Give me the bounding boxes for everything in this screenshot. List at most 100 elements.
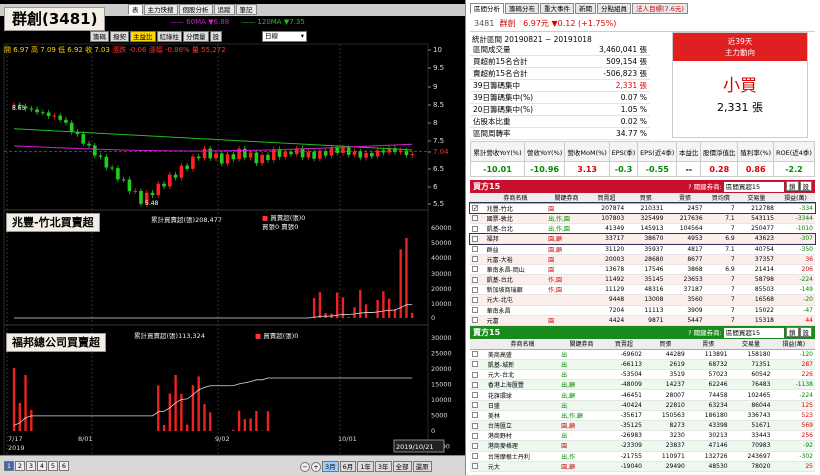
row-checkbox[interactable] bbox=[470, 233, 485, 245]
period-button[interactable]: 1年 bbox=[357, 461, 374, 472]
column-header[interactable]: 關鍵券商 bbox=[559, 339, 604, 350]
buy-row[interactable]: 凱基-台北 出,作,園 41349 145913 104564 7 250477 -1010 bbox=[470, 223, 815, 235]
analysis-tab[interactable]: 籌碼分布 bbox=[505, 3, 539, 14]
column-header[interactable]: 交易量 bbox=[729, 339, 773, 350]
buy-row[interactable]: 華南永昌-岡山園 13678 17546 3868 6.9 21414 206 bbox=[470, 264, 815, 276]
checkbox-icon[interactable] bbox=[472, 225, 478, 232]
checkbox-icon[interactable] bbox=[472, 463, 478, 470]
checkbox-icon[interactable] bbox=[472, 392, 478, 399]
column-header[interactable]: 賣張 bbox=[686, 339, 730, 350]
sell-filter-select[interactable]: 區間買超15 bbox=[723, 328, 784, 338]
analysis-tab[interactable]: 新聞 bbox=[575, 3, 596, 14]
buy-row[interactable]: 福邦 園,顧 33717 38670 4953 6.9 43623 -307 bbox=[469, 232, 816, 245]
sell-row[interactable]: 港商野村出 -26983 3230 30213 33443 256 bbox=[470, 430, 815, 442]
checkbox-icon[interactable] bbox=[472, 296, 478, 303]
analysis-tab[interactable]: 法人目標(7.6元) bbox=[632, 3, 688, 14]
row-checkbox[interactable] bbox=[470, 294, 485, 306]
sell-row[interactable]: 日盛出 -40424 22810 63234 86044 125 bbox=[470, 400, 815, 411]
row-checkbox[interactable] bbox=[470, 410, 486, 422]
column-header[interactable]: 關鍵券商 bbox=[546, 193, 587, 204]
buy-row[interactable]: 元富-大裕園 20003 28680 8677 7 37357 36 bbox=[470, 254, 815, 265]
sell-row[interactable]: 台灣摩根士丹利 出,作 -21755 110971 132726 243697 -302 bbox=[470, 451, 815, 462]
checkbox-icon[interactable] bbox=[472, 412, 478, 419]
checkbox-icon[interactable] bbox=[472, 381, 478, 388]
buy-filter-select[interactable]: 區間買超15 bbox=[723, 182, 784, 192]
row-checkbox[interactable] bbox=[470, 451, 486, 462]
checkbox-icon[interactable] bbox=[472, 256, 478, 263]
row-checkbox[interactable] bbox=[470, 359, 486, 371]
checkbox-icon[interactable] bbox=[472, 442, 478, 449]
column-header[interactable]: 賣張 bbox=[665, 193, 705, 204]
sell-row[interactable]: 美商高盛出 -69602 44289 113891 158180 -120 bbox=[470, 349, 815, 360]
checkbox-icon[interactable] bbox=[472, 351, 478, 358]
row-checkbox[interactable] bbox=[470, 243, 485, 255]
sell-row[interactable]: 花旗環球 出,顧 -46451 28007 74458 102465 -224 bbox=[470, 389, 815, 401]
zoom-out-icon[interactable]: − bbox=[300, 462, 310, 472]
row-checkbox[interactable]: ✓ bbox=[470, 203, 485, 214]
row-checkbox[interactable] bbox=[470, 223, 485, 235]
row-checkbox[interactable] bbox=[470, 430, 486, 442]
checkbox-icon[interactable] bbox=[472, 422, 478, 429]
row-checkbox[interactable] bbox=[470, 440, 486, 452]
column-header[interactable]: 損益(萬) bbox=[772, 339, 815, 350]
page-button[interactable]: 5 bbox=[48, 461, 58, 471]
checkbox-icon[interactable] bbox=[472, 432, 478, 439]
period-button[interactable]: 3月 bbox=[322, 461, 339, 472]
period-button[interactable]: 6月 bbox=[339, 461, 357, 472]
sell-lock-button[interactable]: 鎖 bbox=[786, 327, 799, 337]
column-header[interactable]: 買均價 bbox=[704, 193, 737, 204]
column-header[interactable]: 券商名稱 bbox=[485, 339, 560, 350]
column-header[interactable]: 交易量 bbox=[736, 193, 776, 204]
checkbox-icon[interactable] bbox=[472, 361, 478, 368]
checkbox-icon[interactable] bbox=[472, 286, 478, 293]
sell-row[interactable]: 元大-台北出 -53504 3519 57023 60542 226 bbox=[470, 369, 815, 381]
row-checkbox[interactable] bbox=[470, 284, 485, 296]
period-button[interactable]: 3年 bbox=[374, 461, 392, 472]
sell-row[interactable]: 美林 出,作,顧 -35617 150563 186180 336743 523 bbox=[470, 410, 815, 422]
page-button[interactable]: 4 bbox=[37, 461, 47, 471]
buy-row[interactable]: 元富園 4424 9871 5447 7 15318 44 bbox=[470, 315, 815, 326]
row-checkbox[interactable] bbox=[470, 305, 485, 316]
column-header[interactable]: 買賣超 bbox=[586, 193, 627, 204]
row-checkbox[interactable] bbox=[470, 274, 485, 286]
analysis-tab[interactable]: 分點組員 bbox=[597, 3, 631, 14]
row-checkbox[interactable] bbox=[470, 379, 486, 391]
page-button[interactable]: 1 bbox=[4, 461, 14, 471]
row-checkbox[interactable] bbox=[470, 461, 486, 472]
checkbox-icon[interactable] bbox=[472, 371, 478, 378]
buy-row[interactable]: 群益 園,顧 31120 35937 4817 7.1 40754 -350 bbox=[470, 243, 815, 255]
row-checkbox[interactable] bbox=[470, 315, 485, 326]
column-header[interactable]: 買賣超 bbox=[603, 339, 644, 350]
column-header[interactable]: 買張 bbox=[643, 339, 687, 350]
checkbox-icon[interactable] bbox=[472, 235, 478, 242]
row-checkbox[interactable] bbox=[470, 264, 485, 276]
buy-row[interactable]: ✓ 兆豐-竹北園 207874 210331 2457 7 212788 -334 bbox=[469, 202, 816, 215]
row-checkbox[interactable] bbox=[470, 420, 486, 432]
page-button[interactable]: 2 bbox=[15, 461, 25, 471]
checkbox-icon[interactable] bbox=[472, 266, 478, 273]
row-checkbox[interactable] bbox=[470, 400, 486, 411]
sell-row[interactable]: 台灣匯立 園,顧 -35125 8273 43398 51671 569 bbox=[470, 420, 815, 432]
checkbox-icon[interactable] bbox=[472, 246, 478, 253]
row-checkbox[interactable] bbox=[470, 349, 486, 360]
row-checkbox[interactable] bbox=[470, 369, 486, 381]
row-checkbox[interactable] bbox=[470, 254, 485, 265]
buy-row[interactable]: 華南永昌 7204 11113 3909 7 15022 -47 bbox=[470, 305, 815, 316]
stock-chart[interactable]: 109.598.587.57.046.565.58.655.4860000500… bbox=[0, 0, 465, 475]
column-header[interactable]: 券商名稱 bbox=[484, 193, 547, 204]
sell-row[interactable]: 元大 園,顧 -19040 29490 48530 78020 25 bbox=[470, 461, 815, 472]
buy-lock-button[interactable]: 鎖 bbox=[786, 181, 799, 191]
column-header[interactable]: 損益(萬) bbox=[775, 193, 815, 204]
analysis-tab[interactable]: 區間分析 bbox=[470, 3, 504, 14]
buy-row[interactable]: 元大-北屯 9448 13008 3560 7 16568 -20 bbox=[470, 294, 815, 306]
sell-row[interactable]: 凱基-城新出 -66113 2619 68732 71351 287 bbox=[470, 359, 815, 371]
checkbox-icon[interactable] bbox=[472, 307, 478, 314]
buy-row[interactable]: 凱基-台北 作,園 11492 35145 23653 7 58798 -224 bbox=[470, 274, 815, 286]
zoom-in-icon[interactable]: + bbox=[311, 462, 321, 472]
buy-row[interactable]: 新加坡商瑞銀 作,園 11129 48316 37187 7 85503 -149 bbox=[470, 284, 815, 296]
buy-settings-button[interactable]: 設 bbox=[799, 181, 812, 191]
period-button[interactable]: 全部 bbox=[392, 461, 412, 472]
checkbox-icon[interactable] bbox=[472, 215, 478, 222]
checkbox-checked-icon[interactable]: ✓ bbox=[472, 205, 478, 212]
period-button[interactable]: 還原 bbox=[412, 461, 432, 472]
